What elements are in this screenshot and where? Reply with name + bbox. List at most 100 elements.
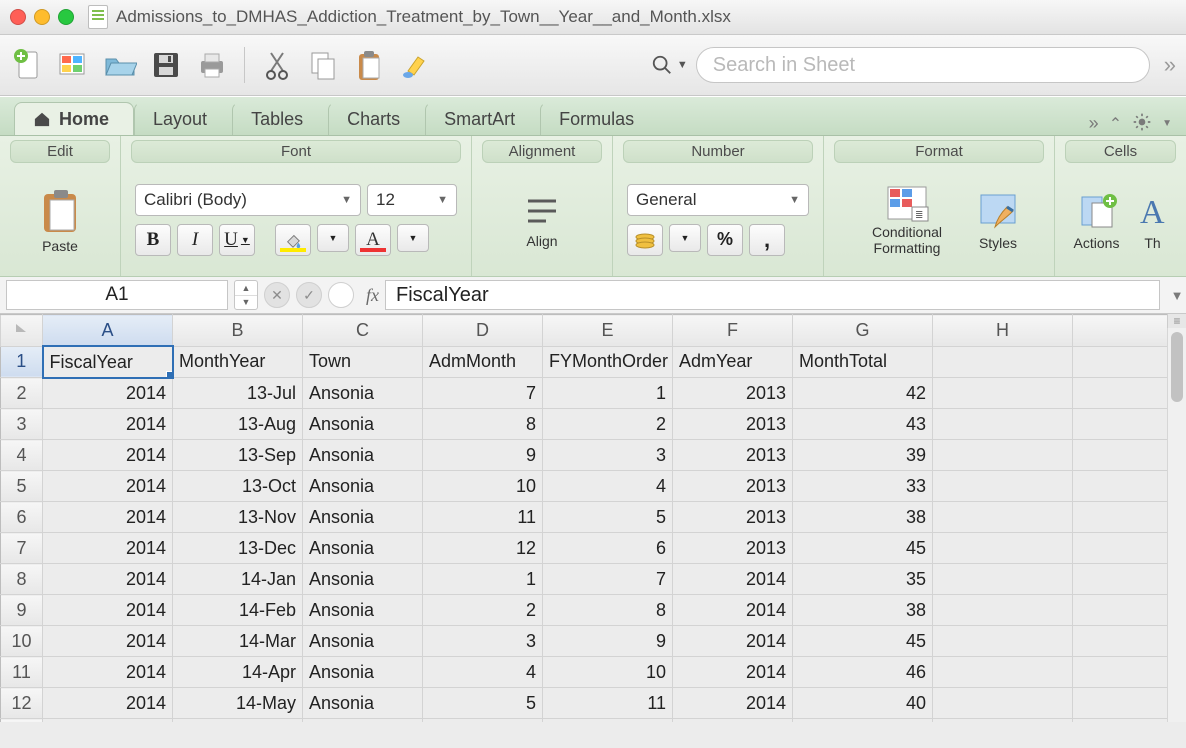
column-header[interactable]: A (43, 315, 173, 347)
cell[interactable]: 7 (423, 378, 543, 409)
accept-formula-button[interactable]: ✓ (296, 282, 322, 308)
cell[interactable]: 38 (793, 502, 933, 533)
cell[interactable]: 13-Dec (173, 533, 303, 564)
cell[interactable] (1073, 346, 1173, 378)
cell[interactable]: Ansonia (303, 502, 423, 533)
cell[interactable] (1073, 564, 1173, 595)
cell[interactable]: 9 (543, 626, 673, 657)
cell[interactable]: 13-Aug (173, 409, 303, 440)
cell[interactable]: 8 (423, 409, 543, 440)
font-color-button[interactable]: A (355, 224, 391, 256)
cell[interactable]: 14-Mar (173, 626, 303, 657)
cell[interactable]: 14-Feb (173, 595, 303, 626)
cell[interactable] (1073, 657, 1173, 688)
cell[interactable]: 2013 (673, 502, 793, 533)
cell[interactable]: Ansonia (303, 564, 423, 595)
cell[interactable]: 8 (543, 595, 673, 626)
cell[interactable]: Ansonia (303, 533, 423, 564)
cell[interactable]: Ansonia (303, 378, 423, 409)
cell[interactable] (1073, 378, 1173, 409)
cell[interactable]: Ansonia (303, 409, 423, 440)
actions-button[interactable]: Actions (1074, 189, 1120, 251)
cell[interactable]: MonthYear (173, 346, 303, 378)
row-header[interactable]: 1 (1, 346, 43, 378)
cell[interactable] (933, 626, 1073, 657)
row-header[interactable]: 2 (1, 378, 43, 409)
formula-input[interactable]: FiscalYear (385, 280, 1160, 310)
templates-button[interactable] (56, 47, 92, 83)
cell[interactable]: 42 (793, 378, 933, 409)
cell[interactable] (933, 688, 1073, 719)
comma-button[interactable]: , (749, 224, 785, 256)
save-button[interactable] (148, 47, 184, 83)
vertical-scrollbar[interactable] (1167, 328, 1186, 722)
row-header[interactable]: 11 (1, 657, 43, 688)
cell[interactable] (1073, 533, 1173, 564)
cell[interactable]: 3 (423, 626, 543, 657)
tab-layout[interactable]: Layout (134, 102, 232, 135)
column-header[interactable]: E (543, 315, 673, 347)
cell[interactable] (933, 564, 1073, 595)
row-header[interactable]: 13 (1, 719, 43, 723)
cell[interactable] (1073, 502, 1173, 533)
name-box[interactable]: A1 (6, 280, 228, 310)
copy-button[interactable] (305, 47, 341, 83)
formula-builder-button[interactable] (328, 282, 354, 308)
cell[interactable]: 2013 (673, 440, 793, 471)
cell[interactable]: 12 (423, 533, 543, 564)
cell[interactable]: 35 (793, 564, 933, 595)
italic-button[interactable]: I (177, 224, 213, 256)
cell[interactable]: 56 (793, 719, 933, 723)
cell[interactable]: 40 (793, 688, 933, 719)
cell[interactable]: 2014 (43, 595, 173, 626)
cell[interactable]: 2014 (43, 440, 173, 471)
tab-tables[interactable]: Tables (232, 102, 328, 135)
cell[interactable]: 5 (543, 502, 673, 533)
conditional-formatting-button[interactable]: ≣ Conditional Formatting (857, 183, 957, 256)
cell[interactable]: 43 (793, 409, 933, 440)
open-button[interactable] (102, 47, 138, 83)
cell[interactable]: AdmYear (673, 346, 793, 378)
toolbar-overflow-icon[interactable]: » (1164, 52, 1176, 78)
cell[interactable] (933, 502, 1073, 533)
cell[interactable]: 14-Jun (173, 719, 303, 723)
cell[interactable]: 11 (543, 688, 673, 719)
bold-button[interactable]: B (135, 224, 171, 256)
cell[interactable]: 2014 (43, 626, 173, 657)
cell[interactable]: Ansonia (303, 471, 423, 502)
cell[interactable]: 12 (543, 719, 673, 723)
cell[interactable]: 13-Oct (173, 471, 303, 502)
cell[interactable]: 2014 (673, 719, 793, 723)
cell[interactable]: 2014 (673, 564, 793, 595)
cell[interactable]: 1 (423, 564, 543, 595)
format-painter-button[interactable] (397, 47, 433, 83)
cell[interactable]: 2014 (43, 502, 173, 533)
cell[interactable]: Ansonia (303, 626, 423, 657)
tab-charts[interactable]: Charts (328, 102, 425, 135)
paste-button[interactable] (351, 47, 387, 83)
cell[interactable]: 11 (423, 502, 543, 533)
font-size-select[interactable]: 12▼ (367, 184, 457, 216)
cell[interactable] (933, 719, 1073, 723)
cell[interactable] (1073, 688, 1173, 719)
paste-big-button[interactable]: Paste (38, 186, 82, 254)
row-header[interactable]: 5 (1, 471, 43, 502)
cell[interactable]: 5 (423, 688, 543, 719)
cell[interactable]: 39 (793, 440, 933, 471)
cell[interactable]: 2014 (43, 409, 173, 440)
cell[interactable] (933, 378, 1073, 409)
number-format-select[interactable]: General▼ (627, 184, 809, 216)
minimize-window-button[interactable] (34, 9, 50, 25)
cell[interactable]: 14-May (173, 688, 303, 719)
cell[interactable] (933, 440, 1073, 471)
cell[interactable]: 2014 (673, 626, 793, 657)
column-header[interactable]: H (933, 315, 1073, 347)
cell[interactable]: 14-Jan (173, 564, 303, 595)
collapse-ribbon-icon[interactable]: ⌃ (1109, 114, 1122, 134)
cell[interactable]: 45 (793, 533, 933, 564)
spreadsheet-grid[interactable]: ABCDEFGH 1FiscalYearMonthYearTownAdmMont… (0, 314, 1173, 722)
cell[interactable]: 2014 (43, 657, 173, 688)
cell[interactable]: MonthTotal (793, 346, 933, 378)
cell[interactable] (933, 346, 1073, 378)
cell[interactable]: 2014 (43, 533, 173, 564)
